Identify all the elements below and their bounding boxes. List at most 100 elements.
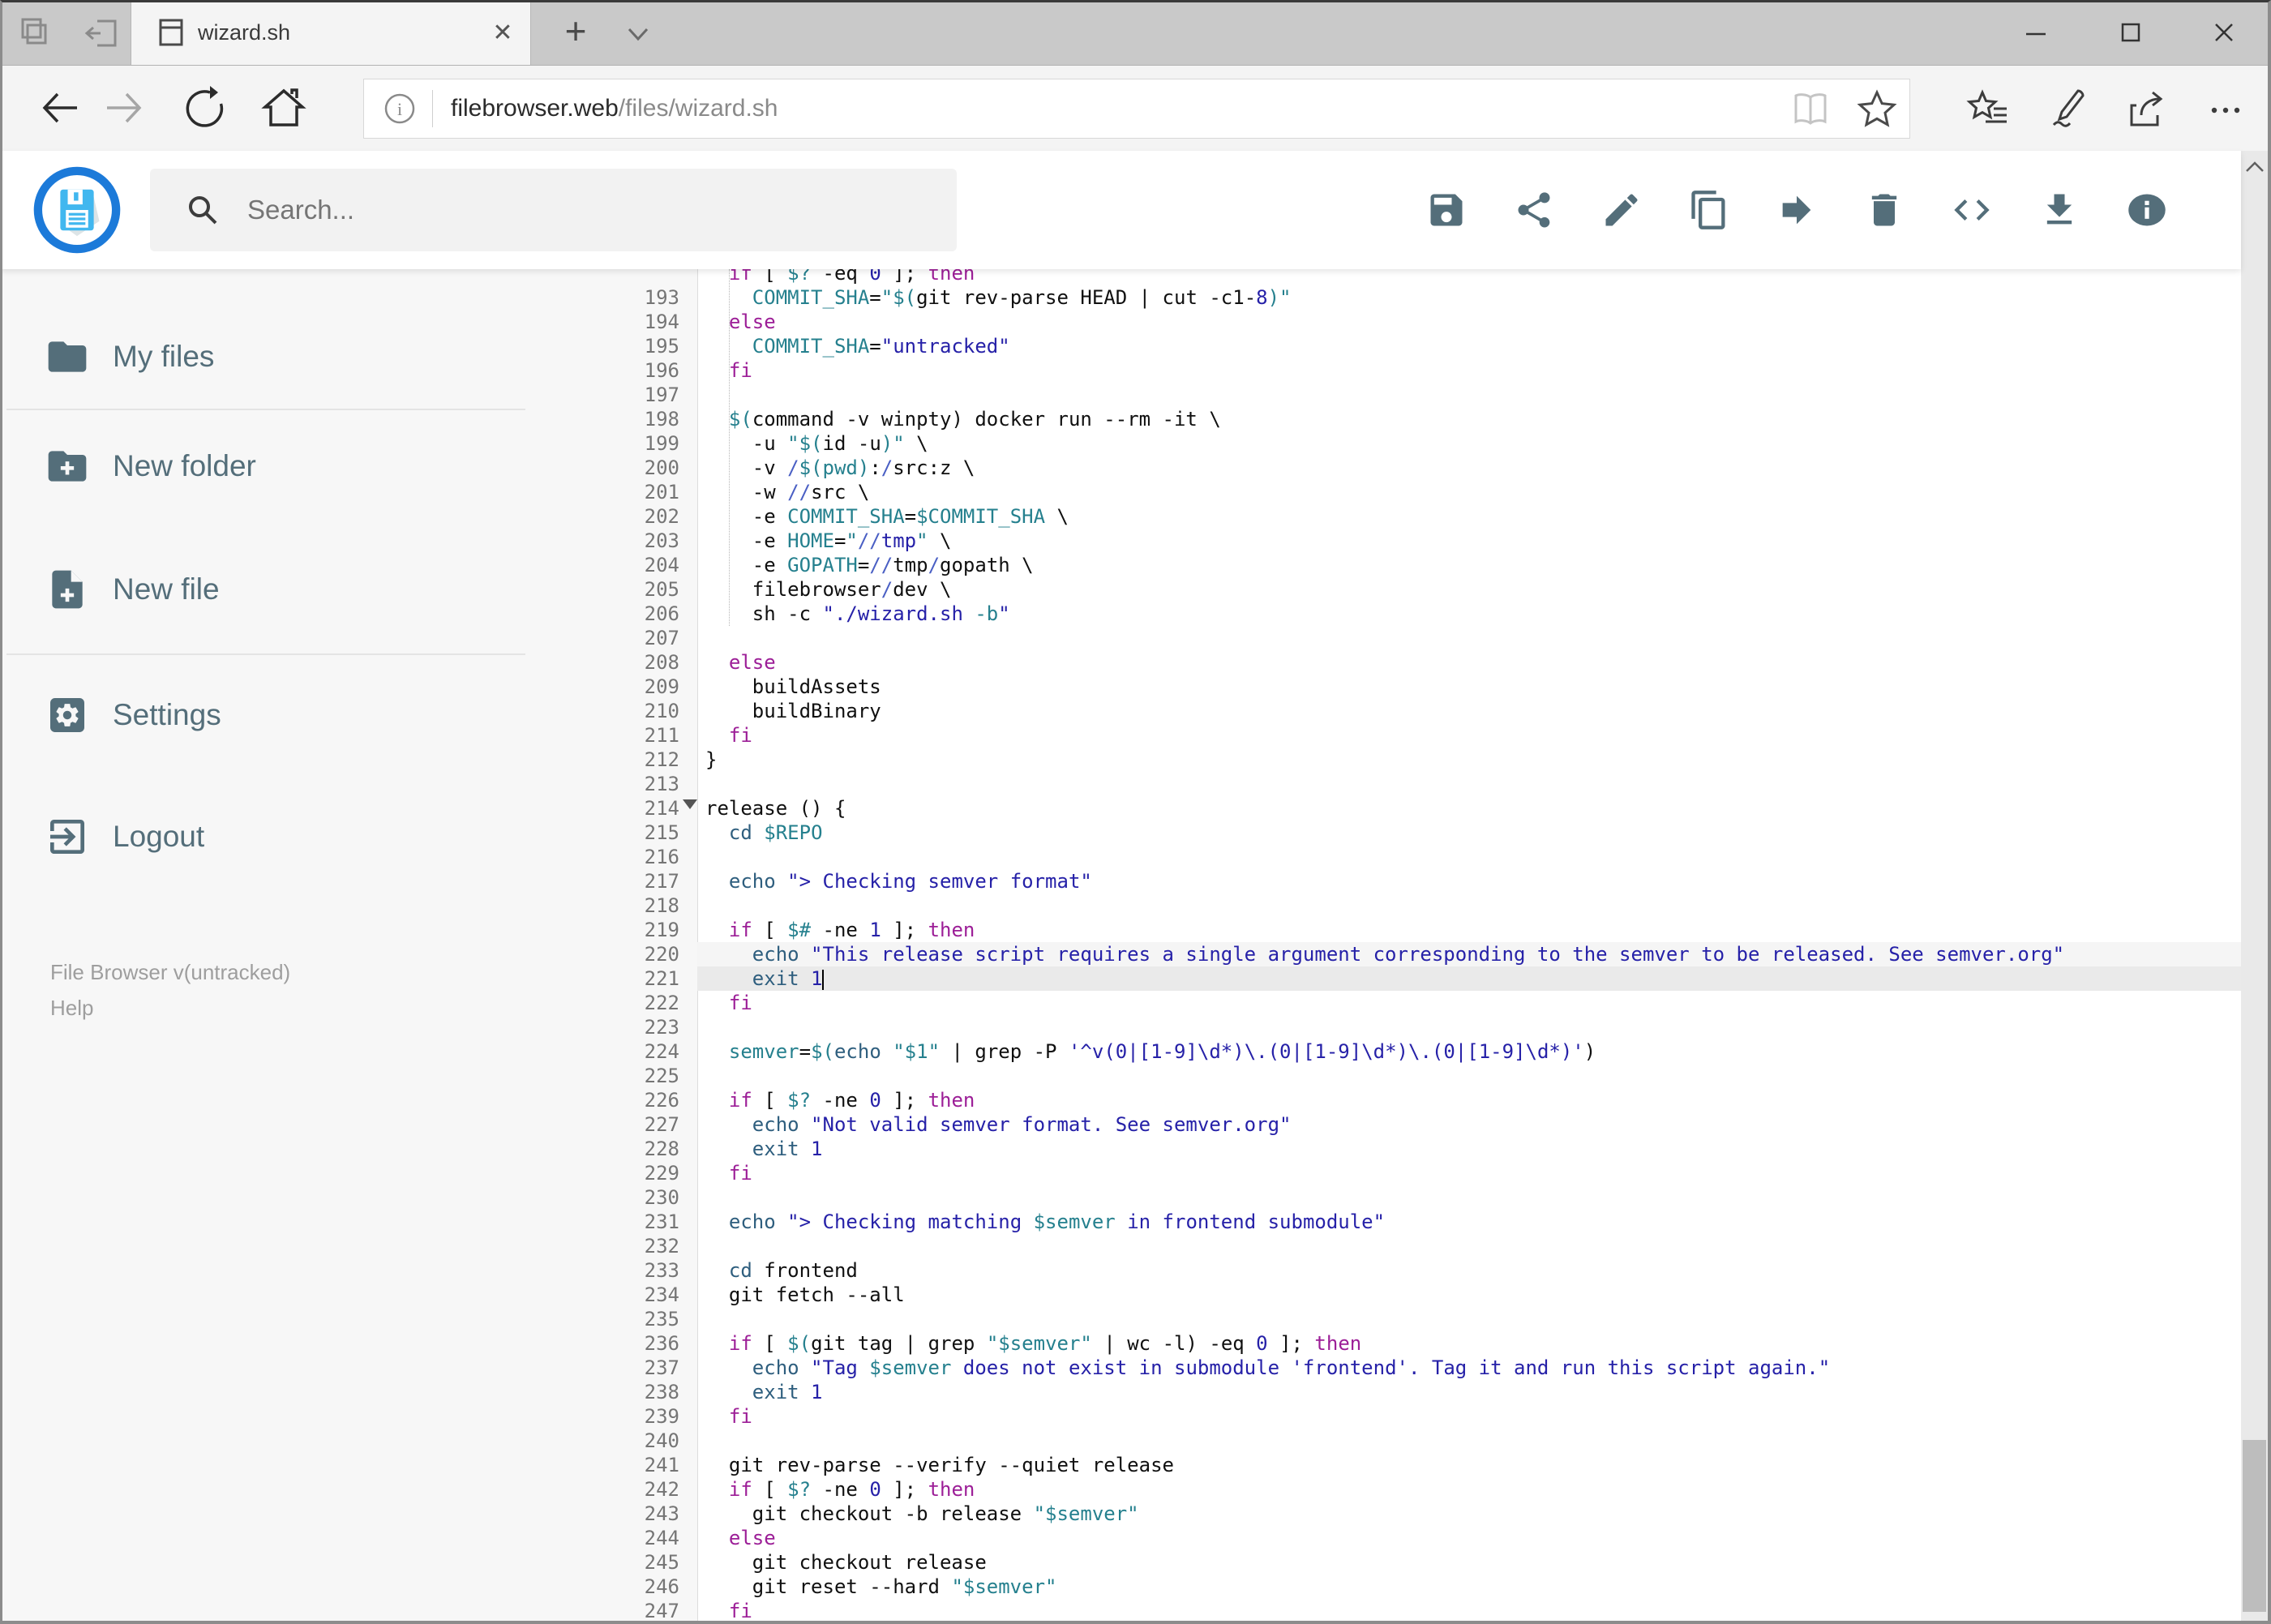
code-line[interactable]: 209 buildAssets: [612, 675, 2241, 699]
code-line[interactable]: if [ $? -eq 0 ]; then: [612, 269, 2241, 285]
code-line[interactable]: 199 -u "$(id -u)" \: [612, 431, 2241, 456]
share-icon[interactable]: [2125, 88, 2167, 130]
browser-tab[interactable]: wizard.sh ✕: [131, 0, 531, 65]
code-line[interactable]: 243 git checkout -b release "$semver": [612, 1502, 2241, 1526]
code-line[interactable]: 197: [612, 383, 2241, 407]
minimize-button[interactable]: [2003, 0, 2069, 65]
code-line[interactable]: 222 fi: [612, 991, 2241, 1015]
favorite-star-icon[interactable]: [1856, 88, 1898, 130]
code-line[interactable]: 225: [612, 1064, 2241, 1088]
code-line[interactable]: 201 -w //src \: [612, 480, 2241, 504]
code-line[interactable]: 235: [612, 1307, 2241, 1331]
search-input[interactable]: Search...: [150, 169, 957, 251]
info-icon[interactable]: [2126, 189, 2168, 231]
back-icon[interactable]: [36, 84, 85, 132]
copy-icon[interactable]: [1688, 189, 1730, 231]
code-line[interactable]: 227 echo "Not valid semver format. See s…: [612, 1112, 2241, 1137]
sidebar-item-new-file[interactable]: New file: [0, 545, 612, 634]
sidebar-item-settings[interactable]: Settings: [0, 671, 612, 760]
code-line[interactable]: 223: [612, 1015, 2241, 1039]
code-line[interactable]: 244 else: [612, 1526, 2241, 1550]
new-tab-button[interactable]: +: [556, 10, 595, 52]
code-line[interactable]: 200 -v /$(pwd):/src:z \: [612, 456, 2241, 480]
code-editor[interactable]: if [ $? -eq 0 ]; then 193 COMMIT_SHA="$(g…: [612, 269, 2241, 1624]
sidebar-item-my-files[interactable]: My files: [0, 312, 612, 401]
code-line[interactable]: 198 $(command -v winpty) docker run --rm…: [612, 407, 2241, 431]
tab-preview-icon[interactable]: [84, 15, 122, 52]
sidebar-item-logout[interactable]: Logout: [0, 792, 612, 881]
page-scrollbar[interactable]: [2241, 151, 2268, 1624]
fold-arrow-icon[interactable]: [683, 799, 697, 809]
edit-icon[interactable]: [1600, 189, 1643, 231]
address-bar[interactable]: i filebrowser.web/files/wizard.sh: [363, 79, 1910, 139]
delete-icon[interactable]: [1863, 189, 1905, 231]
help-link[interactable]: Help: [50, 990, 290, 1026]
code-icon[interactable]: [1951, 189, 1993, 231]
code-line[interactable]: 240: [612, 1429, 2241, 1453]
save-icon[interactable]: [1425, 189, 1468, 231]
ink-pen-icon[interactable]: [2046, 88, 2088, 130]
code-line[interactable]: 226 if [ $? -ne 0 ]; then: [612, 1088, 2241, 1112]
url-text[interactable]: filebrowser.web/files/wizard.sh: [451, 95, 1789, 122]
code-line[interactable]: 219 if [ $# -ne 1 ]; then: [612, 918, 2241, 942]
code-line[interactable]: 228 exit 1: [612, 1137, 2241, 1161]
scroll-up-icon[interactable]: [2241, 151, 2268, 183]
code-line[interactable]: 196 fi: [612, 358, 2241, 383]
code-line[interactable]: 214 release () {: [612, 796, 2241, 821]
code-line[interactable]: 205 filebrowser/dev \: [612, 577, 2241, 602]
code-line[interactable]: 195 COMMIT_SHA="untracked": [612, 334, 2241, 358]
code-line[interactable]: 220 echo "This release script requires a…: [612, 942, 2241, 966]
code-line[interactable]: 194 else: [612, 310, 2241, 334]
code-line[interactable]: 239 fi: [612, 1404, 2241, 1429]
code-line[interactable]: 213: [612, 772, 2241, 796]
site-info-icon[interactable]: i: [382, 91, 418, 126]
code-line[interactable]: 208 else: [612, 650, 2241, 675]
tab-close-icon[interactable]: ✕: [482, 11, 524, 54]
code-line[interactable]: 234 git fetch --all: [612, 1283, 2241, 1307]
code-line[interactable]: 216: [612, 845, 2241, 869]
code-line[interactable]: 242 if [ $? -ne 0 ]; then: [612, 1477, 2241, 1502]
code-line[interactable]: 212}: [612, 748, 2241, 772]
filebrowser-logo[interactable]: [32, 165, 122, 255]
code-line[interactable]: 210 buildBinary: [612, 699, 2241, 723]
set-tabs-aside-icon[interactable]: [16, 15, 54, 52]
close-window-button[interactable]: [2191, 0, 2257, 65]
code-line[interactable]: 230: [612, 1185, 2241, 1210]
code-line[interactable]: 215 cd $REPO: [612, 821, 2241, 845]
code-line[interactable]: 236 if [ $(git tag | grep "$semver" | wc…: [612, 1331, 2241, 1356]
code-line[interactable]: 246 git reset --hard "$semver": [612, 1575, 2241, 1599]
share-icon[interactable]: [1513, 189, 1555, 231]
maximize-button[interactable]: [2097, 0, 2164, 65]
code-line[interactable]: 231 echo "> Checking matching $semver in…: [612, 1210, 2241, 1234]
code-line[interactable]: 207: [612, 626, 2241, 650]
refresh-icon[interactable]: [181, 84, 229, 132]
code-line[interactable]: 238 exit 1: [612, 1380, 2241, 1404]
code-line[interactable]: 218: [612, 893, 2241, 918]
code-line[interactable]: 241 git rev-parse --verify --quiet relea…: [612, 1453, 2241, 1477]
code-line[interactable]: 206 sh -c "./wizard.sh -b": [612, 602, 2241, 626]
code-line[interactable]: 193 COMMIT_SHA="$(git rev-parse HEAD | c…: [612, 285, 2241, 310]
code-line[interactable]: 224 semver=$(echo "$1" | grep -P '^v(0|[…: [612, 1039, 2241, 1064]
code-line[interactable]: 221 exit 1: [612, 966, 2241, 991]
download-icon[interactable]: [2038, 189, 2080, 231]
scrollbar-thumb[interactable]: [2243, 1440, 2266, 1612]
tab-list-chevron-icon[interactable]: [619, 15, 657, 52]
code-line[interactable]: 203 -e HOME="//tmp" \: [612, 529, 2241, 553]
forward-icon[interactable]: [99, 84, 148, 132]
move-icon[interactable]: [1776, 189, 1818, 231]
code-line[interactable]: 202 -e COMMIT_SHA=$COMMIT_SHA \: [612, 504, 2241, 529]
code-line[interactable]: 237 echo "Tag $semver does not exist in …: [612, 1356, 2241, 1380]
code-line[interactable]: 233 cd frontend: [612, 1258, 2241, 1283]
code-line[interactable]: 245 git checkout release: [612, 1550, 2241, 1575]
home-icon[interactable]: [259, 84, 308, 132]
code-line[interactable]: 232: [612, 1234, 2241, 1258]
code-line[interactable]: 211 fi: [612, 723, 2241, 748]
line-number: 201: [644, 481, 679, 503]
hub-favorites-icon[interactable]: [1966, 88, 2008, 130]
code-line[interactable]: 247 fi: [612, 1599, 2241, 1623]
sidebar-item-new-folder[interactable]: New folder: [0, 422, 612, 511]
code-line[interactable]: 217 echo "> Checking semver format": [612, 869, 2241, 893]
more-menu-icon[interactable]: [2205, 88, 2247, 130]
code-line[interactable]: 204 -e GOPATH=//tmp/gopath \: [612, 553, 2241, 577]
code-line[interactable]: 229 fi: [612, 1161, 2241, 1185]
